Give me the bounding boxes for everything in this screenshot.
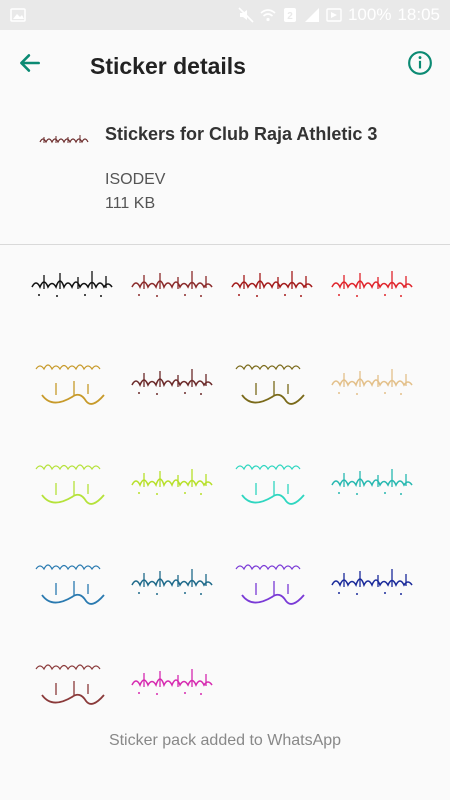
app-toolbar: Sticker details bbox=[0, 30, 450, 100]
pack-name: Stickers for Club Raja Athletic 3 bbox=[105, 124, 378, 144]
sticker-item[interactable] bbox=[122, 643, 222, 733]
sim-2-icon: 2 bbox=[282, 7, 298, 23]
sticker-image bbox=[231, 271, 313, 297]
clock: 18:05 bbox=[397, 5, 440, 24]
gallery-notification-icon bbox=[10, 7, 26, 23]
sticker-item[interactable] bbox=[22, 443, 122, 533]
sticker-item[interactable] bbox=[222, 443, 322, 533]
sticker-image bbox=[131, 271, 213, 297]
back-button[interactable] bbox=[12, 47, 48, 83]
sticker-image bbox=[35, 664, 105, 705]
sticker-item[interactable] bbox=[22, 245, 122, 335]
sticker-item[interactable] bbox=[322, 443, 422, 533]
sticker-item[interactable] bbox=[222, 343, 322, 433]
sticker-item[interactable] bbox=[222, 245, 322, 335]
sticker-image bbox=[31, 271, 113, 297]
pack-size: 111 KB bbox=[105, 195, 156, 212]
info-icon bbox=[407, 50, 433, 81]
sticker-item[interactable] bbox=[22, 543, 122, 633]
sticker-image bbox=[131, 669, 213, 695]
sticker-image bbox=[331, 271, 413, 297]
mute-icon bbox=[238, 7, 254, 23]
page-title: Sticker details bbox=[90, 53, 246, 79]
status-bar: 2 100% 18:05 bbox=[0, 0, 450, 30]
battery-percent: 100% bbox=[347, 5, 392, 24]
sticker-image bbox=[131, 569, 213, 595]
sticker-image bbox=[331, 569, 413, 595]
pack-tray-icon bbox=[38, 128, 90, 152]
sticker-item[interactable] bbox=[122, 245, 222, 335]
sticker-image bbox=[131, 469, 213, 495]
sticker-image bbox=[35, 364, 105, 405]
sticker-item[interactable] bbox=[122, 443, 222, 533]
sticker-image bbox=[235, 564, 305, 605]
sticker-item[interactable] bbox=[22, 643, 122, 733]
back-arrow-icon bbox=[17, 50, 43, 81]
info-button[interactable] bbox=[402, 47, 438, 83]
sticker-image bbox=[35, 464, 105, 505]
sticker-image bbox=[131, 369, 213, 395]
added-status-message: Sticker pack added to WhatsApp bbox=[108, 732, 342, 749]
battery-icon bbox=[326, 7, 342, 23]
wifi-icon bbox=[260, 7, 276, 23]
sticker-item[interactable] bbox=[322, 343, 422, 433]
sticker-item[interactable] bbox=[222, 543, 322, 633]
sticker-item[interactable] bbox=[122, 543, 222, 633]
sticker-item[interactable] bbox=[22, 343, 122, 433]
sticker-item[interactable] bbox=[122, 343, 222, 433]
pack-header: Stickers for Club Raja Athletic 3 ISODEV… bbox=[0, 100, 450, 240]
sticker-image bbox=[331, 369, 413, 395]
sticker-grid bbox=[0, 245, 450, 715]
svg-text:2: 2 bbox=[287, 11, 293, 22]
sticker-image bbox=[235, 364, 305, 405]
sticker-image bbox=[331, 469, 413, 495]
sticker-image bbox=[235, 464, 305, 505]
sticker-item[interactable] bbox=[322, 245, 422, 335]
pack-publisher: ISODEV bbox=[105, 171, 166, 188]
sticker-image bbox=[35, 564, 105, 605]
sticker-item[interactable] bbox=[322, 543, 422, 633]
cellular-signal-icon bbox=[304, 7, 320, 23]
